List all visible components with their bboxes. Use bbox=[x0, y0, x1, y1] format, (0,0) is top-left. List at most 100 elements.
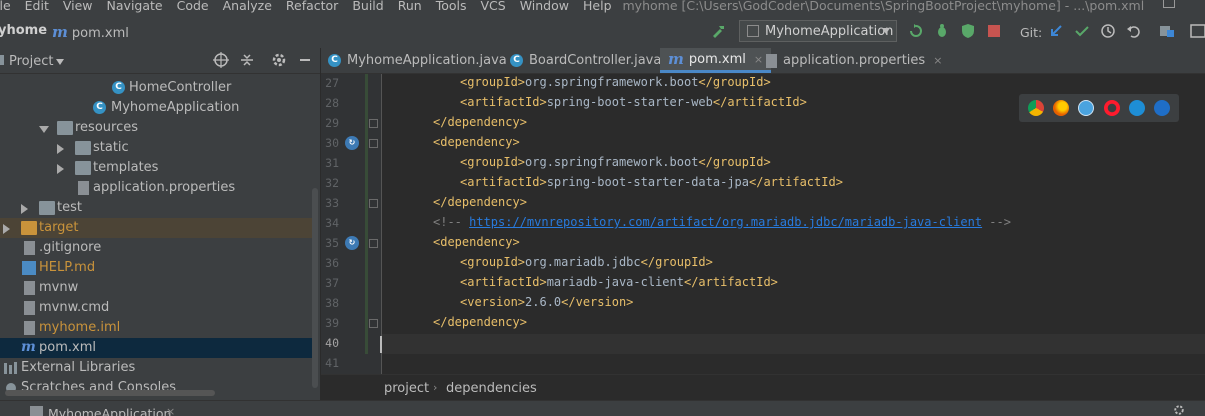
xml-tag: <artifactId> bbox=[460, 175, 547, 189]
tree-item-pom-xml[interactable]: m pom.xml bbox=[0, 338, 318, 358]
internet-explorer-icon[interactable] bbox=[1128, 100, 1145, 116]
coverage-shield-icon[interactable] bbox=[960, 23, 976, 39]
xml-tag: </dependency> bbox=[433, 115, 527, 129]
gear-icon[interactable] bbox=[271, 52, 287, 68]
tree-item-static[interactable]: static bbox=[0, 138, 318, 158]
tree-item-test[interactable]: test bbox=[0, 198, 318, 218]
chevron-down-icon[interactable] bbox=[56, 59, 64, 65]
tree-item-label: static bbox=[93, 140, 129, 155]
menu-help[interactable]: Help bbox=[576, 0, 619, 13]
tab-pom-xml[interactable]: m pom.xml × bbox=[660, 48, 772, 73]
safari-icon[interactable] bbox=[1078, 100, 1095, 116]
fold-marker-icon[interactable] bbox=[369, 119, 378, 128]
menu-file[interactable]: ile bbox=[0, 0, 18, 13]
comment-link[interactable]: https://mvnrepository.com/artifact/org.m… bbox=[469, 215, 982, 229]
close-icon[interactable]: × bbox=[933, 54, 942, 67]
menu-run[interactable]: Run bbox=[391, 0, 429, 13]
markdown-file-icon bbox=[22, 261, 36, 275]
terminal-icon[interactable] bbox=[1190, 23, 1205, 39]
dependency-refresh-icon[interactable]: ↻ bbox=[345, 136, 359, 150]
window-title: myhome [C:\Users\GodCoder\Documents\Spri… bbox=[622, 0, 1145, 13]
chevron-right-icon[interactable] bbox=[3, 224, 10, 234]
run-configuration-dropdown[interactable]: MyhomeApplication bbox=[739, 20, 897, 42]
restore-window-button[interactable] bbox=[1163, 0, 1175, 8]
firefox-icon[interactable] bbox=[1052, 100, 1069, 116]
nav-project[interactable]: yhome bbox=[0, 23, 47, 38]
java-class-icon: C bbox=[112, 81, 125, 94]
fold-marker-icon[interactable] bbox=[369, 199, 378, 208]
menu-code[interactable]: Code bbox=[170, 0, 216, 13]
vertical-scrollbar[interactable] bbox=[312, 188, 318, 388]
fold-marker-icon[interactable] bbox=[369, 239, 378, 248]
tree-item-myhomeapplication[interactable]: C MyhomeApplication bbox=[0, 98, 318, 118]
collapse-all-icon[interactable] bbox=[239, 52, 255, 68]
nav-file[interactable]: m pom.xml bbox=[52, 23, 129, 41]
line-number: 30 bbox=[325, 136, 339, 150]
menu-navigate[interactable]: Navigate bbox=[100, 0, 170, 13]
xml-tag: </dependency> bbox=[433, 195, 527, 209]
rollback-icon[interactable] bbox=[1126, 23, 1142, 39]
tree-item-external-libraries[interactable]: External Libraries bbox=[0, 358, 318, 378]
tree-item-resources[interactable]: resources bbox=[0, 118, 318, 138]
edge-icon[interactable] bbox=[1154, 100, 1171, 116]
menu-edit[interactable]: Edit bbox=[18, 0, 56, 13]
breadcrumb-item[interactable]: dependencies bbox=[446, 381, 537, 396]
close-icon[interactable]: × bbox=[166, 405, 175, 416]
opera-icon[interactable] bbox=[1103, 100, 1120, 116]
breadcrumb-item[interactable]: project bbox=[384, 381, 429, 396]
fold-marker-icon[interactable] bbox=[369, 139, 378, 148]
tree-item-application-properties[interactable]: application.properties bbox=[0, 178, 318, 198]
chevron-right-icon[interactable] bbox=[57, 164, 64, 174]
vcs-change-marker bbox=[365, 254, 368, 274]
tree-item-gitignore[interactable]: .gitignore bbox=[0, 238, 318, 258]
vcs-change-marker bbox=[365, 334, 368, 354]
xml-tag: </artifactId> bbox=[712, 95, 807, 109]
horizontal-scrollbar[interactable] bbox=[5, 390, 215, 396]
dependency-refresh-icon[interactable]: ↻ bbox=[345, 236, 359, 250]
tree-item-mvnw[interactable]: mvnw bbox=[0, 278, 318, 298]
project-structure-icon[interactable] bbox=[1159, 23, 1175, 39]
menu-window[interactable]: Window bbox=[513, 0, 576, 13]
git-update-icon[interactable] bbox=[1048, 23, 1064, 39]
chevron-down-icon[interactable] bbox=[39, 126, 49, 133]
locate-target-icon[interactable] bbox=[213, 52, 229, 68]
tree-item-homecontroller[interactable]: C HomeController bbox=[0, 78, 318, 98]
menu-view[interactable]: View bbox=[56, 0, 100, 13]
build-hammer-icon[interactable] bbox=[711, 23, 727, 39]
code-line: 34 <!-- https://mvnrepository.com/artifa… bbox=[321, 214, 1205, 234]
menu-analyze[interactable]: Analyze bbox=[216, 0, 279, 13]
tree-item-myhome-iml[interactable]: myhome.iml bbox=[0, 318, 318, 338]
tree-item-mvnw-cmd[interactable]: mvnw.cmd bbox=[0, 298, 318, 318]
stop-icon[interactable] bbox=[986, 23, 1002, 39]
tree-item-label: mvnw bbox=[39, 280, 79, 295]
hide-panel-icon[interactable] bbox=[297, 52, 313, 68]
code-text: </dependency> bbox=[433, 115, 527, 129]
tab-myhomeapplication[interactable]: C MyhomeApplication.java × bbox=[328, 48, 524, 73]
vcs-change-marker bbox=[365, 154, 368, 174]
project-icon bbox=[0, 55, 4, 65]
chevron-right-icon[interactable] bbox=[21, 204, 28, 214]
fold-marker-icon[interactable] bbox=[369, 319, 378, 328]
rerun-icon[interactable] bbox=[908, 23, 924, 39]
chevron-down-icon bbox=[882, 28, 890, 34]
tab-boardcontroller[interactable]: C BoardController.java × bbox=[510, 48, 679, 73]
tree-item-help-md[interactable]: HELP.md bbox=[0, 258, 318, 278]
close-icon[interactable]: × bbox=[754, 53, 763, 66]
git-commit-check-icon[interactable] bbox=[1074, 23, 1090, 39]
menu-refactor[interactable]: Refactor bbox=[279, 0, 345, 13]
debug-bug-icon[interactable] bbox=[934, 23, 950, 39]
history-clock-icon[interactable] bbox=[1100, 23, 1116, 39]
chrome-icon[interactable] bbox=[1027, 100, 1044, 116]
code-text: <!-- https://mvnrepository.com/artifact/… bbox=[433, 215, 1011, 229]
project-panel-title[interactable]: Project bbox=[9, 54, 53, 69]
menu-build[interactable]: Build bbox=[345, 0, 390, 13]
tree-item-target[interactable]: target bbox=[0, 218, 318, 238]
menu-vcs[interactable]: VCS bbox=[473, 0, 512, 13]
menu-tools[interactable]: Tools bbox=[429, 0, 474, 13]
folder-icon bbox=[75, 141, 91, 155]
tree-item-templates[interactable]: templates bbox=[0, 158, 318, 178]
tab-application-properties[interactable]: application.properties × bbox=[766, 48, 942, 73]
gear-icon[interactable] bbox=[1173, 404, 1185, 416]
chevron-right-icon[interactable] bbox=[57, 144, 64, 154]
tree-item-label: MyhomeApplication bbox=[111, 100, 240, 115]
